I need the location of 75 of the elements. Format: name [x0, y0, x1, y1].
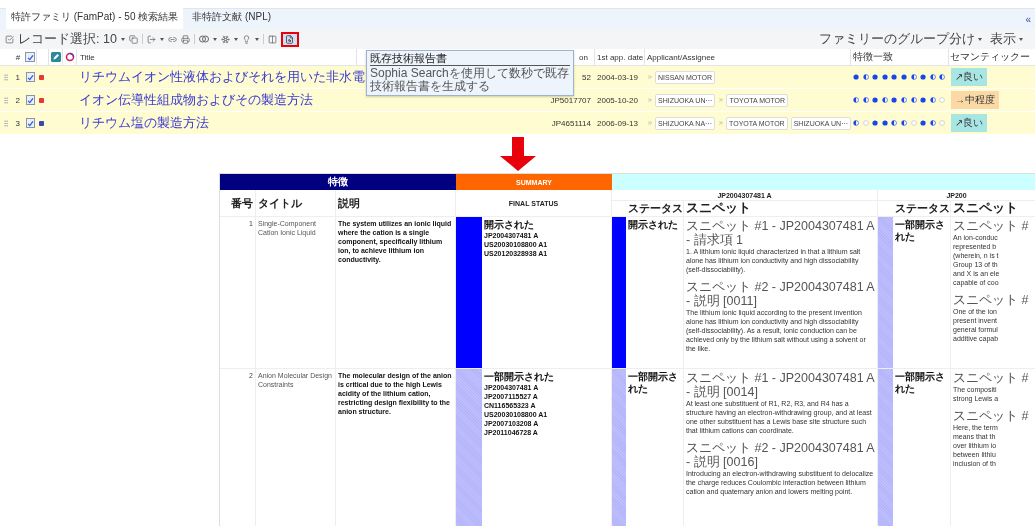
caret-icon[interactable] — [120, 37, 125, 41]
column-header: 説明 — [338, 195, 360, 211]
snippet-heading: スニペット #1 - JP2004307481 A - 説明 [0014] — [686, 371, 875, 399]
snippet-heading: スニペット # — [953, 371, 1030, 385]
column-header[interactable]: セマンティックー — [950, 50, 1030, 64]
column-header: # — [15, 52, 21, 62]
row-number: 2 — [15, 95, 20, 105]
checkbox[interactable] — [26, 72, 35, 82]
menu-dropdown[interactable]: 表示 — [990, 30, 1023, 48]
column-header[interactable]: 特徴一致 — [853, 50, 893, 64]
caret-icon[interactable] — [233, 37, 238, 41]
print-icon[interactable] — [180, 34, 190, 44]
row-number: 3 — [15, 118, 20, 128]
menu-dropdown[interactable]: ファミリーのグループ分け — [819, 30, 982, 48]
document-search-icon — [285, 34, 295, 44]
column-header[interactable]: on — [579, 52, 588, 62]
document-status: 一部開示された — [895, 371, 946, 395]
column-header[interactable]: Title — [80, 52, 95, 62]
snippet-heading: スニペット #1 - JP2004307481 A - 請求項 1 — [686, 219, 875, 247]
column-header[interactable]: 1st app. date — [597, 52, 644, 62]
patent-title-link[interactable]: リチウムイオン性液体およびそれを用いた非水電 — [79, 68, 365, 86]
checkbox[interactable] — [25, 52, 35, 62]
publication-number: JP4651114 — [551, 118, 591, 128]
drag-handle-icon[interactable] — [2, 118, 10, 128]
snippet-heading: スニペット #2 - JP2004307481 A - 説明 [0016] — [686, 441, 875, 469]
checkbox[interactable] — [26, 95, 35, 105]
snippet-heading: スニペット #2 - JP2004307481 A - 説明 [0011] — [686, 280, 875, 308]
export-icon[interactable] — [146, 34, 156, 44]
down-arrow-icon — [500, 137, 536, 171]
column-header: タイトル — [258, 195, 302, 211]
snippet-heading: スニペット # — [953, 219, 1030, 233]
patent-title-link[interactable]: イオン伝導性組成物およびその製造方法 — [79, 91, 313, 109]
column-header[interactable]: Applicant/Assignee — [647, 52, 716, 62]
application-date: 2005-10-20 — [597, 95, 638, 105]
row-number: 1 — [15, 72, 20, 82]
document-status: 開示された — [628, 219, 679, 231]
patent-title-link[interactable]: リチウム塩の製造方法 — [79, 114, 209, 132]
caret-icon[interactable] — [212, 37, 217, 41]
checkbox[interactable] — [26, 118, 35, 128]
caret-icon[interactable] — [159, 37, 164, 41]
tooltip-text: Sophia Searchを使用して数秒で既存技術報告書を生成する — [370, 67, 570, 93]
document-status: 一部開示された — [895, 219, 946, 243]
final-status: 一部開示された — [484, 371, 555, 383]
column-header: 番号 — [231, 195, 253, 211]
semantic-badge: ↗良い — [951, 68, 988, 86]
final-status: 開示された — [484, 219, 535, 231]
features-header: 特徴 — [220, 174, 456, 190]
application-date: 2004-03-19 — [597, 72, 638, 82]
report-button[interactable] — [280, 31, 299, 47]
drag-handle-icon[interactable] — [2, 72, 10, 82]
application-date: 2006-09-13 — [597, 118, 638, 128]
record-select-dropdown[interactable]: レコード選択: 10 — [18, 30, 117, 48]
link-icon[interactable] — [167, 34, 177, 44]
drag-handle-icon[interactable] — [2, 95, 10, 105]
tooltip-title: 既存技術報告書 — [370, 52, 570, 66]
semantic-badge: ↗良い — [951, 114, 988, 132]
document-status: 一部開示された — [628, 371, 679, 395]
columns-icon[interactable] — [267, 34, 277, 44]
snippet-heading: スニペット # — [953, 409, 1030, 423]
column-header: ステータス — [628, 201, 683, 216]
publication-number: JP5017707 — [550, 95, 591, 105]
snippet-heading: スニペット # — [953, 293, 1030, 307]
toggle-icon[interactable] — [198, 35, 209, 43]
snowflake-icon[interactable] — [220, 34, 230, 44]
publication-number: 52 — [582, 72, 591, 82]
column-header: スニペット — [686, 201, 751, 216]
semantic-badge: →中程度 — [951, 91, 999, 109]
column-header: スニペット — [953, 201, 1018, 216]
tab[interactable]: 非特許文献 (NPL) — [187, 7, 277, 29]
tab[interactable]: 特許ファミリ (FamPat) - 50 検索結果 — [6, 7, 184, 29]
collapse-button[interactable]: « — [1025, 13, 1031, 25]
column-header: ステータス — [895, 201, 950, 216]
pencil-icon[interactable] — [50, 52, 61, 62]
caret-icon[interactable] — [254, 37, 259, 41]
checkbox-icon[interactable] — [5, 34, 14, 44]
